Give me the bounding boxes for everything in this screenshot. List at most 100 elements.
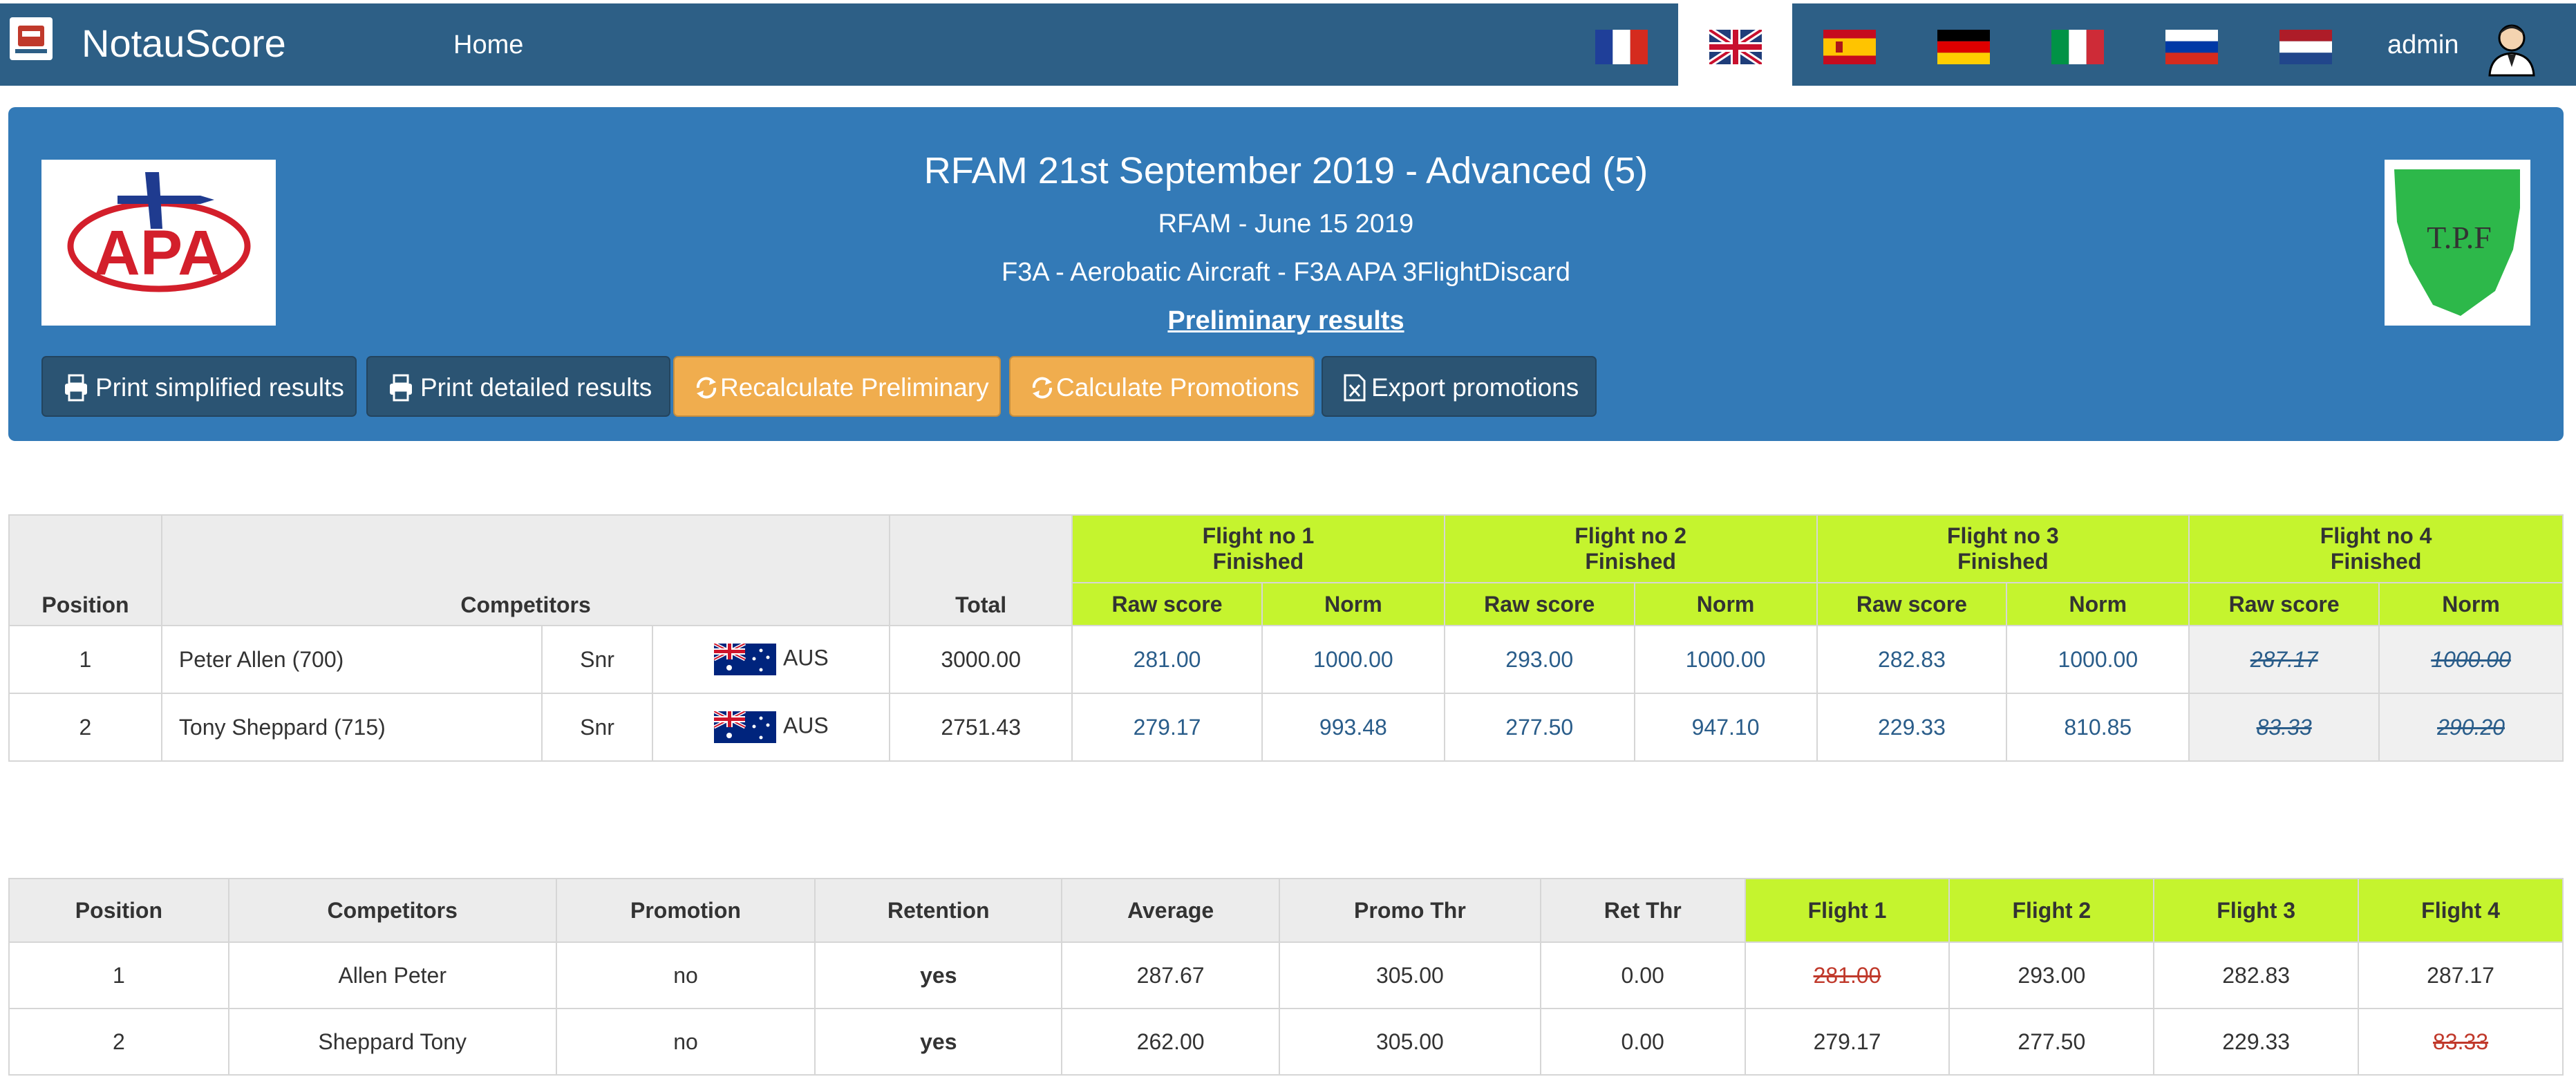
norm-header: Norm [2378, 582, 2564, 626]
excel-file-icon [1344, 374, 1366, 402]
promo-thr-cell: 305.00 [1279, 941, 1541, 1009]
position-cell: 2 [8, 1008, 229, 1076]
norm-header: Norm [1261, 582, 1445, 626]
col-average-header: Average [1061, 878, 1281, 943]
col-flight-3-header: Flight 3 [2153, 878, 2360, 943]
promotion-cell: no [555, 941, 816, 1009]
export-promotions-button[interactable]: Export promotions [1322, 356, 1597, 417]
promotion-cell: no [555, 1008, 816, 1076]
table-row: 2 Tony Sheppard (715) Snr AUS 2751.43 27… [8, 693, 2564, 762]
raw-score-cell[interactable]: 277.50 [1443, 693, 1635, 762]
printer-icon [65, 374, 87, 402]
results-table: Position Competitors Total Flight no 1 Fi… [8, 514, 2564, 762]
norm-cell: 810.85 [2006, 693, 2190, 762]
competitor-name-cell: Tony Sheppard (715) [160, 693, 543, 762]
discarded-flight-cell: 83.33 [2358, 1008, 2564, 1076]
flight-2-header: Flight no 2 Finished [1443, 514, 1818, 583]
brand-logo[interactable] [10, 17, 53, 60]
flag-australia-icon [713, 644, 776, 675]
calculate-promotions-button[interactable]: Calculate Promotions [1009, 356, 1315, 417]
col-flight-4-header: Flight 4 [2358, 878, 2564, 943]
position-cell: 2 [8, 693, 162, 762]
competitor-name-cell: Sheppard Tony [227, 1008, 557, 1076]
discarded-raw-score-cell[interactable]: 83.33 [2188, 693, 2380, 762]
norm-cell: 947.10 [1633, 693, 1818, 762]
flight-cell: 282.83 [2153, 941, 2360, 1009]
flag-australia-icon [713, 711, 776, 743]
refresh-icon [1032, 377, 1053, 399]
print-detailed-button[interactable]: Print detailed results [366, 356, 670, 417]
col-retention-header: Retention [814, 878, 1063, 943]
col-ret-thr-header: Ret Thr [1539, 878, 1746, 943]
competition-title: RFAM 21st September 2019 - Advanced (5) [923, 150, 1648, 191]
average-cell: 287.67 [1061, 941, 1281, 1009]
ret-thr-cell: 0.00 [1539, 941, 1746, 1009]
col-total-header: Total [889, 514, 1073, 626]
total-cell: 3000.00 [889, 625, 1073, 694]
flag-germany-icon[interactable] [1937, 30, 1990, 64]
raw-score-header: Raw score [1816, 582, 2008, 626]
flight-3-header: Flight no 3 Finished [1816, 514, 2190, 583]
svg-text:T.P.F: T.P.F [2427, 220, 2492, 255]
discarded-raw-score-cell[interactable]: 287.17 [2188, 625, 2380, 694]
ret-thr-cell: 0.00 [1539, 1008, 1746, 1076]
flag-france-icon[interactable] [1595, 30, 1648, 64]
raw-score-cell[interactable]: 293.00 [1443, 625, 1635, 694]
flag-netherlands-icon[interactable] [2279, 30, 2332, 64]
norm-header: Norm [1633, 582, 1818, 626]
flag-russia-icon[interactable] [2165, 30, 2218, 64]
print-simplified-button[interactable]: Print simplified results [41, 356, 357, 417]
discarded-flight-cell: 281.00 [1744, 941, 1950, 1009]
class-cell: Snr [540, 693, 654, 762]
competitor-name-cell: Allen Peter [227, 941, 557, 1009]
retention-cell: yes [814, 1008, 1063, 1076]
top-navbar: NotauScore Home admin [0, 3, 2576, 86]
nav-home-link[interactable]: Home [453, 30, 523, 60]
raw-score-header: Raw score [1443, 582, 1635, 626]
raw-score-cell[interactable]: 229.33 [1816, 693, 2008, 762]
flag-uk-icon[interactable] [1709, 30, 1762, 64]
user-avatar-icon[interactable] [2483, 19, 2541, 77]
results-status[interactable]: Preliminary results [8, 305, 2564, 337]
discarded-norm-cell: 290.20 [2378, 693, 2564, 762]
country-cell: AUS [652, 693, 891, 762]
col-promotion-header: Promotion [555, 878, 816, 943]
norm-cell: 993.48 [1261, 693, 1445, 762]
flag-italy-icon[interactable] [2051, 30, 2104, 64]
competition-header-panel: APA RFAM 21st September 2019 - Advanced … [8, 107, 2564, 441]
flag-spain-icon[interactable] [1823, 30, 1876, 64]
competition-category: F3A - Aerobatic Aircraft - F3A APA 3Flig… [1002, 258, 1570, 287]
country-cell: AUS [652, 625, 891, 694]
col-position-header: Position [8, 514, 162, 626]
norm-cell: 1000.00 [1261, 625, 1445, 694]
table-row: 1 Allen Peter no yes 287.67 305.00 0.00 … [8, 941, 2564, 1009]
average-cell: 262.00 [1061, 1008, 1281, 1076]
flight-1-header: Flight no 1 Finished [1071, 514, 1445, 583]
position-cell: 1 [8, 625, 162, 694]
raw-score-cell[interactable]: 281.00 [1071, 625, 1263, 694]
raw-score-header: Raw score [1071, 582, 1263, 626]
col-flight-1-header: Flight 1 [1744, 878, 1950, 943]
class-cell: Snr [540, 625, 654, 694]
col-flight-2-header: Flight 2 [1948, 878, 2155, 943]
recalculate-preliminary-button[interactable]: Recalculate Preliminary [673, 356, 1001, 417]
flight-cell: 279.17 [1744, 1008, 1950, 1076]
competitor-name-cell: Peter Allen (700) [160, 625, 543, 694]
norm-cell: 1000.00 [1633, 625, 1818, 694]
raw-score-cell[interactable]: 282.83 [1816, 625, 2008, 694]
total-cell: 2751.43 [889, 693, 1073, 762]
flight-cell: 277.50 [1948, 1008, 2155, 1076]
retention-cell: yes [814, 941, 1063, 1009]
position-cell: 1 [8, 941, 229, 1009]
col-position-header: Position [8, 878, 229, 943]
raw-score-cell[interactable]: 279.17 [1071, 693, 1263, 762]
norm-cell: 1000.00 [2006, 625, 2190, 694]
raw-score-header: Raw score [2188, 582, 2380, 626]
printer-icon [390, 374, 412, 402]
flight-cell: 229.33 [2153, 1008, 2360, 1076]
table-row: 1 Peter Allen (700) Snr AUS 3000.00 281.… [8, 625, 2564, 694]
refresh-icon [696, 377, 717, 399]
user-menu-label[interactable]: admin [2387, 30, 2459, 60]
table-row: 2 Sheppard Tony no yes 262.00 305.00 0.0… [8, 1008, 2564, 1076]
brand-name[interactable]: NotauScore [82, 21, 286, 66]
